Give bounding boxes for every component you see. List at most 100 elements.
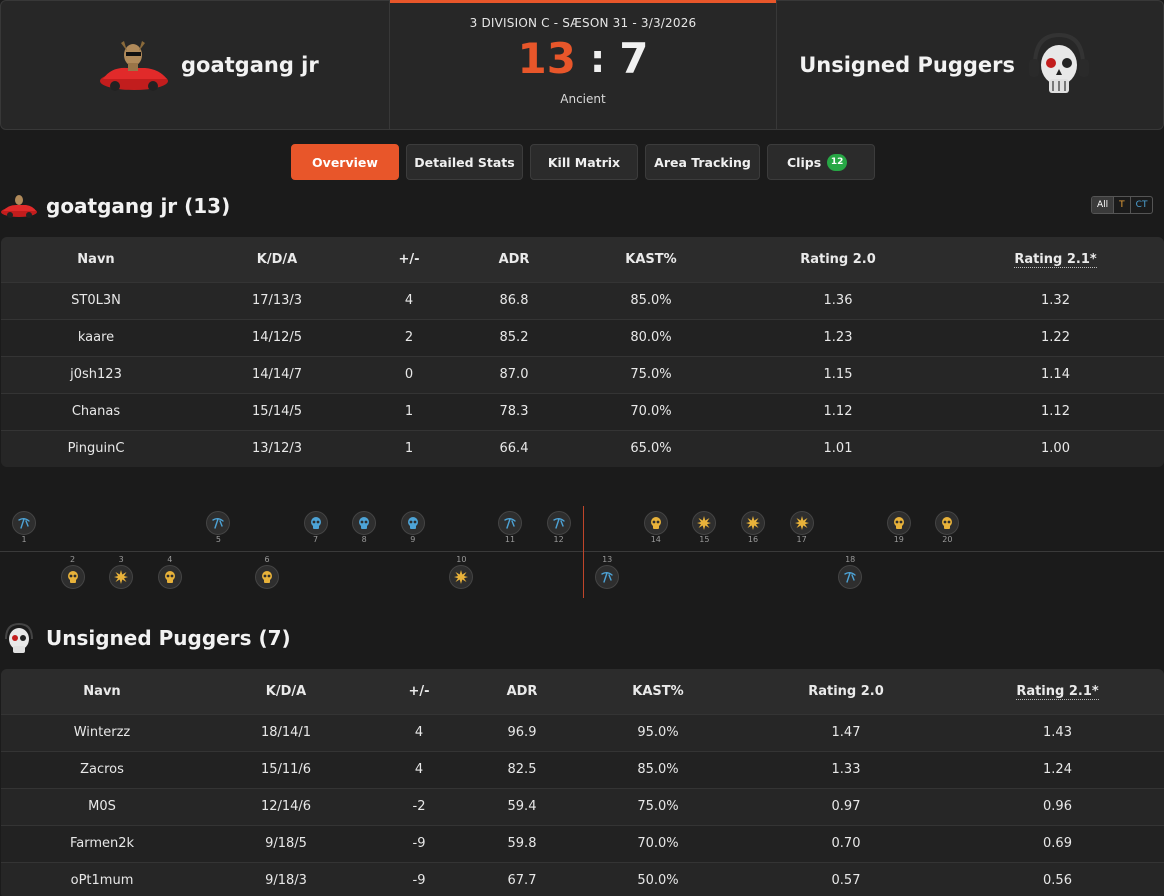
skull-icon bbox=[352, 511, 377, 535]
tab-clips[interactable]: Clips 12 bbox=[767, 144, 875, 180]
adr-value: 59.8 bbox=[469, 824, 575, 862]
player-name[interactable]: Winterzz bbox=[1, 713, 203, 751]
kda-value: 15/14/5 bbox=[191, 392, 363, 430]
round-6[interactable]: 6 bbox=[255, 555, 279, 589]
round-4[interactable]: 4 bbox=[157, 555, 182, 589]
team1-score: 13 bbox=[517, 34, 576, 83]
round-number: 19 bbox=[893, 535, 904, 544]
round-number: 17 bbox=[796, 535, 807, 544]
rating21-tooltip-label[interactable]: Rating 2.1* bbox=[1014, 251, 1097, 268]
round-11[interactable]: 11 bbox=[498, 511, 522, 545]
team1-stats-table: Navn K/D/A +/- ADR KAST% Rating 2.0 Rati… bbox=[1, 237, 1164, 467]
defuse-icon bbox=[595, 565, 620, 589]
round-9[interactable]: 9 bbox=[400, 511, 425, 545]
table-row[interactable]: j0sh123 14/14/7 0 87.0 75.0% 1.15 1.14 bbox=[1, 355, 1164, 393]
player-name[interactable]: Farmen2k bbox=[1, 824, 203, 862]
round-19[interactable]: 19 bbox=[886, 511, 911, 545]
round-7[interactable]: 7 bbox=[303, 511, 328, 545]
player-name[interactable]: PinguinC bbox=[1, 429, 191, 467]
tab-area-tracking[interactable]: Area Tracking bbox=[645, 144, 760, 180]
rating21-value: 1.00 bbox=[947, 429, 1164, 467]
bomb-explode-icon bbox=[789, 511, 814, 535]
col-header-rating21[interactable]: Rating 2.1* bbox=[951, 669, 1164, 714]
plusminus-value: 0 bbox=[363, 355, 455, 393]
adr-value: 87.0 bbox=[455, 355, 573, 393]
col-header-name[interactable]: Navn bbox=[1, 669, 203, 714]
round-14[interactable]: 14 bbox=[643, 511, 668, 545]
filter-t-button[interactable]: T bbox=[1114, 197, 1131, 213]
round-10[interactable]: 10 bbox=[449, 555, 474, 589]
table-row[interactable]: ST0L3N 17/13/3 4 86.8 85.0% 1.36 1.32 bbox=[1, 281, 1164, 319]
tab-bar: Overview Detailed Stats Kill Matrix Area… bbox=[291, 144, 875, 180]
round-20[interactable]: 20 bbox=[935, 511, 960, 545]
timeline-axis bbox=[0, 551, 1164, 552]
col-header-rating20[interactable]: Rating 2.0 bbox=[741, 669, 951, 714]
col-header-kda[interactable]: K/D/A bbox=[191, 237, 363, 282]
adr-value: 86.8 bbox=[455, 281, 573, 319]
bomb-explode-icon bbox=[692, 511, 717, 535]
table-row[interactable]: Farmen2k 9/18/5 -9 59.8 70.0% 0.70 0.69 bbox=[1, 824, 1164, 862]
player-name[interactable]: kaare bbox=[1, 318, 191, 356]
col-header-plusminus[interactable]: +/- bbox=[363, 237, 455, 282]
round-number: 11 bbox=[504, 535, 516, 544]
round-number: 1 bbox=[21, 535, 27, 544]
round-18[interactable]: 18 bbox=[838, 555, 863, 589]
round-13[interactable]: 13 bbox=[595, 555, 620, 589]
col-header-name[interactable]: Navn bbox=[1, 237, 191, 282]
table-row[interactable]: oPt1mum 9/18/3 -9 67.7 50.0% 0.57 0.56 bbox=[1, 861, 1164, 896]
kda-value: 14/14/7 bbox=[191, 355, 363, 393]
round-2[interactable]: 2 bbox=[60, 555, 85, 589]
col-header-rating21[interactable]: Rating 2.1* bbox=[947, 237, 1164, 282]
filter-all-button[interactable]: All bbox=[1092, 197, 1115, 213]
tab-overview[interactable]: Overview bbox=[291, 144, 399, 180]
table-row[interactable]: Zacros 15/11/6 4 82.5 85.0% 1.33 1.24 bbox=[1, 750, 1164, 788]
bomb-explode-icon bbox=[109, 565, 134, 589]
col-header-adr[interactable]: ADR bbox=[455, 237, 573, 282]
tab-kill-matrix[interactable]: Kill Matrix bbox=[530, 144, 638, 180]
rating21-tooltip-label[interactable]: Rating 2.1* bbox=[1016, 683, 1099, 700]
table-row[interactable]: Winterzz 18/14/1 4 96.9 95.0% 1.47 1.43 bbox=[1, 713, 1164, 751]
player-name[interactable]: ST0L3N bbox=[1, 281, 191, 319]
round-12[interactable]: 12 bbox=[546, 511, 571, 545]
kast-value: 75.0% bbox=[575, 787, 741, 825]
plusminus-value: -2 bbox=[369, 787, 469, 825]
col-header-kda[interactable]: K/D/A bbox=[203, 669, 369, 714]
player-name[interactable]: M0S bbox=[1, 787, 203, 825]
table-row[interactable]: kaare 14/12/5 2 85.2 80.0% 1.23 1.22 bbox=[1, 318, 1164, 356]
team2-panel[interactable]: Unsigned Puggers bbox=[776, 0, 1164, 130]
col-header-kast[interactable]: KAST% bbox=[573, 237, 729, 282]
table-row[interactable]: M0S 12/14/6 -2 59.4 75.0% 0.97 0.96 bbox=[1, 787, 1164, 825]
col-header-rating20[interactable]: Rating 2.0 bbox=[729, 237, 947, 282]
player-name[interactable]: j0sh123 bbox=[1, 355, 191, 393]
rating20-value: 0.70 bbox=[741, 824, 951, 862]
round-15[interactable]: 15 bbox=[692, 511, 717, 545]
tab-detailed-stats[interactable]: Detailed Stats bbox=[406, 144, 523, 180]
kda-value: 17/13/3 bbox=[191, 281, 363, 319]
tab-label: Kill Matrix bbox=[547, 154, 621, 170]
team1-panel[interactable]: goatgang jr bbox=[0, 0, 390, 130]
table-row[interactable]: Chanas 15/14/5 1 78.3 70.0% 1.12 1.12 bbox=[1, 392, 1164, 430]
bomb-explode-icon bbox=[741, 511, 765, 535]
round-1[interactable]: 1 bbox=[12, 511, 36, 545]
team1-name[interactable]: goatgang jr bbox=[181, 53, 319, 77]
player-name[interactable]: oPt1mum bbox=[1, 861, 203, 896]
round-16[interactable]: 16 bbox=[741, 511, 765, 545]
kast-value: 85.0% bbox=[575, 750, 741, 788]
round-5[interactable]: 5 bbox=[206, 511, 231, 545]
round-8[interactable]: 8 bbox=[352, 511, 377, 545]
team2-name[interactable]: Unsigned Puggers bbox=[799, 53, 1015, 77]
player-name[interactable]: Zacros bbox=[1, 750, 203, 788]
plusminus-value: -9 bbox=[369, 861, 469, 896]
player-name[interactable]: Chanas bbox=[1, 392, 191, 430]
rating20-value: 1.36 bbox=[729, 281, 947, 319]
kast-value: 70.0% bbox=[573, 392, 729, 430]
rating20-value: 1.15 bbox=[729, 355, 947, 393]
table-row[interactable]: PinguinC 13/12/3 1 66.4 65.0% 1.01 1.00 bbox=[1, 429, 1164, 467]
round-17[interactable]: 17 bbox=[789, 511, 814, 545]
col-header-plusminus[interactable]: +/- bbox=[369, 669, 469, 714]
round-3[interactable]: 3 bbox=[109, 555, 134, 589]
filter-ct-button[interactable]: CT bbox=[1131, 197, 1153, 213]
col-header-kast[interactable]: KAST% bbox=[575, 669, 741, 714]
round-number: 12 bbox=[553, 535, 564, 544]
col-header-adr[interactable]: ADR bbox=[469, 669, 575, 714]
